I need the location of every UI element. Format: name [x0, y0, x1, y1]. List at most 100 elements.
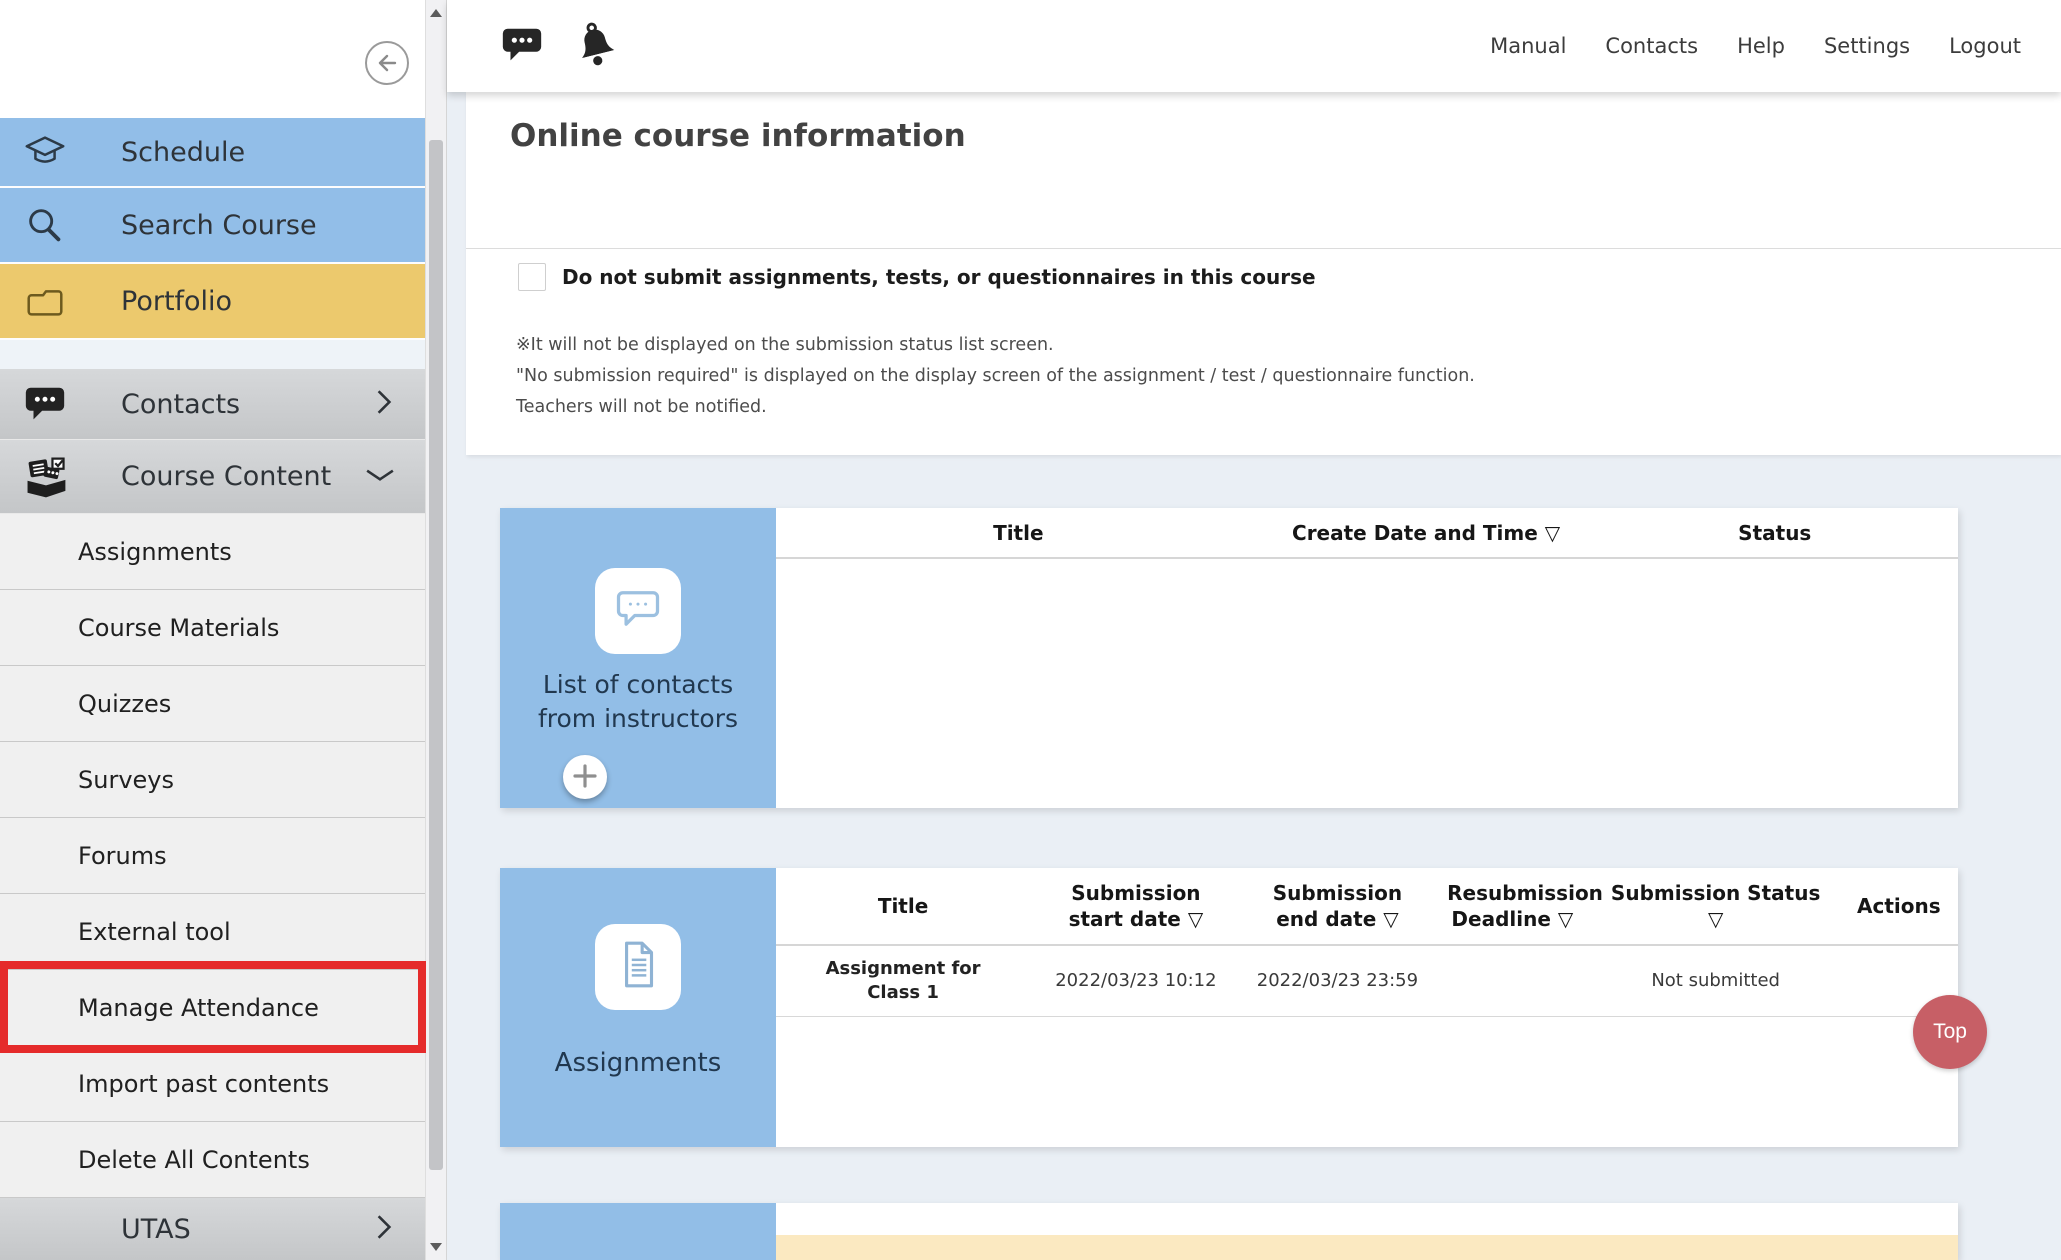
sidebar-subitem-label: Assignments — [78, 538, 232, 566]
sidebar-item-import-past-contents[interactable]: Import past contents — [0, 1046, 425, 1122]
speech-bubble-icon — [612, 583, 664, 639]
nav-link-manual[interactable]: Manual — [1490, 34, 1566, 58]
sidebar-item-course-materials[interactable]: Course Materials — [0, 590, 425, 666]
sidebar-item-manage-attendance[interactable]: Manage Attendance — [0, 970, 425, 1046]
table-row: Assignment for Class 1 2022/03/23 10:12 … — [776, 946, 1958, 1017]
sidebar-item-label: UTAS — [121, 1214, 191, 1245]
assignments-panel-label: Assignments — [500, 1046, 776, 1080]
sidebar-item-label: Contacts — [121, 389, 240, 420]
note-line: "No submission required" is displayed on… — [516, 361, 1475, 392]
divider — [466, 248, 2061, 249]
plus-icon — [572, 763, 598, 792]
sidebar-item-surveys[interactable]: Surveys — [0, 742, 425, 818]
highlighted-row — [776, 1235, 1958, 1260]
scrollbar-thumb[interactable] — [429, 140, 443, 1170]
sidebar-item-label: Portfolio — [121, 286, 232, 317]
chevron-right-icon — [373, 1213, 395, 1245]
next-section-partial — [500, 1203, 1958, 1260]
scrollbar-down-arrow[interactable] — [426, 1234, 446, 1260]
chevron-right-icon — [373, 388, 395, 420]
column-header-status: Status — [1592, 520, 1958, 546]
scrollbar-up-arrow[interactable] — [426, 0, 446, 26]
no-submit-checkbox[interactable] — [518, 263, 546, 291]
graduation-cap-icon — [22, 129, 68, 175]
sidebar-item-label: Course Content — [121, 461, 331, 492]
table-top-strip — [776, 1203, 1958, 1235]
contacts-panel-tile — [595, 568, 681, 654]
column-header-title: Title — [776, 893, 1030, 919]
column-header-title: Title — [776, 520, 1261, 546]
assignments-table: Title Submission start date ▽ Submission… — [776, 868, 1958, 1147]
document-icon — [613, 938, 663, 996]
contacts-table-header: Title Create Date and Time ▽ Status — [776, 508, 1958, 559]
assignments-panel: Assignments — [500, 868, 776, 1147]
checkbox-notes: ※It will not be displayed on the submiss… — [516, 330, 1475, 423]
sidebar-item-delete-all-contents[interactable]: Delete All Contents — [0, 1122, 425, 1198]
sidebar-item-forums[interactable]: Forums — [0, 818, 425, 894]
add-contact-button[interactable] — [563, 755, 607, 799]
sidebar-subitem-label: Forums — [78, 842, 167, 870]
assignments-panel-tile — [595, 924, 681, 1010]
assignments-table-header: Title Submission start date ▽ Submission… — [776, 868, 1958, 946]
sidebar-header — [0, 0, 425, 118]
nav-link-contacts[interactable]: Contacts — [1605, 34, 1698, 58]
no-submit-checkbox-label: Do not submit assignments, tests, or que… — [562, 265, 1316, 289]
sidebar-subitem-label: Delete All Contents — [78, 1146, 310, 1174]
no-submit-option: Do not submit assignments, tests, or que… — [518, 263, 1316, 291]
collapse-sidebar-button[interactable] — [364, 40, 410, 86]
sidebar-item-course-content[interactable]: Course Content — [0, 440, 425, 514]
nav-link-logout[interactable]: Logout — [1949, 34, 2021, 58]
notifications-button[interactable] — [571, 18, 621, 74]
sidebar-item-search-course[interactable]: Search Course — [0, 188, 425, 264]
search-icon — [22, 202, 68, 248]
column-header-submission-start-sort[interactable]: Submission start date ▽ — [1030, 880, 1242, 932]
sidebar-item-label: Schedule — [121, 137, 245, 168]
assignment-title-link[interactable]: Assignment for Class 1 — [776, 957, 1030, 1005]
contacts-panel: List of contacts from instructors — [500, 508, 776, 808]
submission-end-value: 2022/03/23 23:59 — [1242, 969, 1433, 993]
folder-icon — [22, 278, 68, 324]
chevron-down-icon — [365, 466, 395, 488]
bell-icon — [571, 17, 621, 76]
sidebar-subitem-label: External tool — [78, 918, 231, 946]
top-navigation: Manual Contacts Help Settings Logout — [1490, 34, 2021, 58]
note-line: ※It will not be displayed on the submiss… — [516, 330, 1475, 361]
sidebar-item-assignments[interactable]: Assignments — [0, 514, 425, 590]
column-header-resubmission-deadline-sort[interactable]: Resubmission Deadline ▽ — [1433, 880, 1591, 932]
sidebar-item-utas[interactable]: UTAS — [0, 1198, 425, 1260]
sidebar-subitem-label: Manage Attendance — [78, 994, 319, 1022]
sidebar-item-label: Search Course — [121, 210, 317, 241]
assignments-section: Assignments Title Submission start date … — [500, 868, 1958, 1147]
sidebar-item-quizzes[interactable]: Quizzes — [0, 666, 425, 742]
column-header-submission-end-sort[interactable]: Submission end date ▽ — [1242, 880, 1433, 932]
contacts-panel-label: List of contacts from instructors — [500, 668, 776, 736]
sidebar-subitem-label: Course Materials — [78, 614, 279, 642]
sidebar-spacer — [0, 340, 425, 369]
contacts-section: List of contacts from instructors Title … — [500, 508, 1958, 808]
note-line: Teachers will not be notified. — [516, 392, 1475, 423]
sidebar-item-contacts[interactable]: Contacts — [0, 369, 425, 440]
sidebar: Schedule Search Course Portfolio Contact… — [0, 0, 425, 1260]
back-arrow-icon — [364, 74, 410, 89]
column-header-create-date-sort[interactable]: Create Date and Time ▽ — [1261, 520, 1592, 546]
contacts-table: Title Create Date and Time ▽ Status — [776, 508, 1958, 808]
column-header-submission-status-sort[interactable]: Submission Status ▽ — [1592, 880, 1840, 932]
submission-start-value: 2022/03/23 10:12 — [1030, 969, 1242, 993]
next-section-panel — [500, 1203, 776, 1260]
chat-icon — [499, 22, 545, 71]
scroll-to-top-button[interactable]: Top — [1913, 995, 1987, 1069]
main-area: Manual Contacts Help Settings Logout Onl… — [447, 0, 2061, 1260]
column-header-actions: Actions — [1840, 893, 1958, 919]
sidebar-item-external-tool[interactable]: External tool — [0, 894, 425, 970]
sidebar-subitem-label: Import past contents — [78, 1070, 329, 1098]
course-box-icon — [22, 454, 68, 500]
sidebar-item-schedule[interactable]: Schedule — [0, 118, 425, 188]
nav-link-help[interactable]: Help — [1737, 34, 1785, 58]
submission-status-value: Not submitted — [1592, 969, 1840, 993]
sidebar-scrollbar[interactable] — [425, 0, 447, 1260]
page-title: Online course information — [466, 92, 2061, 154]
messages-button[interactable] — [497, 18, 547, 74]
course-info-card: Online course information Do not submit … — [466, 92, 2061, 455]
nav-link-settings[interactable]: Settings — [1824, 34, 1910, 58]
sidebar-item-portfolio[interactable]: Portfolio — [0, 264, 425, 340]
